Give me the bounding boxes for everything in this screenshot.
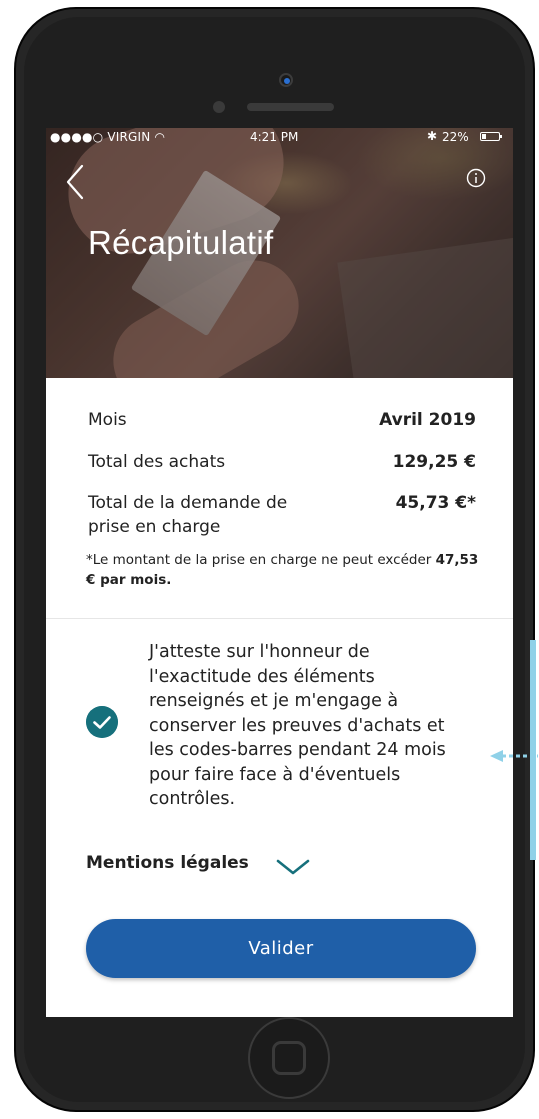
chevron-down-icon[interactable] bbox=[276, 858, 310, 876]
app-screen: ●●●●○ VIRGIN ◠ 4:21 PM ✱ 22% Récapitulat… bbox=[46, 128, 513, 1017]
status-time: 4:21 PM bbox=[250, 130, 299, 144]
legal-mentions-label: Mentions légales bbox=[86, 853, 249, 873]
wifi-icon: ◠ bbox=[154, 130, 166, 144]
summary-label: Total de la demande de prise en charge bbox=[88, 493, 288, 537]
page-title: Récapitulatif bbox=[88, 224, 274, 261]
earpiece-speaker bbox=[247, 103, 334, 111]
attestation-checkbox[interactable] bbox=[86, 706, 118, 738]
summary-label: Mois bbox=[88, 410, 127, 430]
summary-value: 45,73 €* bbox=[395, 493, 476, 513]
claim-limit-note: *Le montant de la prise en charge ne peu… bbox=[86, 550, 486, 590]
carrier-label: ●●●●○ VIRGIN ◠ bbox=[50, 130, 166, 144]
annotation-arrow-icon bbox=[490, 750, 538, 762]
front-camera bbox=[279, 73, 293, 87]
status-bar: ●●●●○ VIRGIN ◠ 4:21 PM ✱ 22% bbox=[46, 128, 513, 146]
note-text: *Le montant de la prise en charge ne peu… bbox=[86, 552, 432, 568]
summary-label: Total des achats bbox=[88, 452, 226, 472]
home-button-square bbox=[272, 1041, 306, 1075]
summary-section: Mois Avril 2019 Total des achats 129,25 … bbox=[46, 378, 513, 618]
header-background-image: ●●●●○ VIRGIN ◠ 4:21 PM ✱ 22% Récapitulat… bbox=[46, 128, 513, 378]
battery-icon bbox=[480, 132, 502, 141]
home-button[interactable] bbox=[248, 1017, 330, 1099]
summary-value: Avril 2019 bbox=[379, 410, 476, 430]
battery-percent: 22% bbox=[442, 130, 469, 144]
bluetooth-icon: ✱ bbox=[427, 129, 438, 143]
attestation-text: J'atteste sur l'honneur de l'exactitude … bbox=[149, 642, 446, 809]
info-circle-icon[interactable] bbox=[466, 168, 486, 188]
proximity-sensor bbox=[213, 101, 225, 113]
summary-value: 129,25 € bbox=[392, 452, 476, 472]
section-divider bbox=[46, 618, 513, 619]
validate-button[interactable]: Valider bbox=[86, 919, 476, 978]
chevron-left-icon[interactable] bbox=[64, 162, 88, 202]
